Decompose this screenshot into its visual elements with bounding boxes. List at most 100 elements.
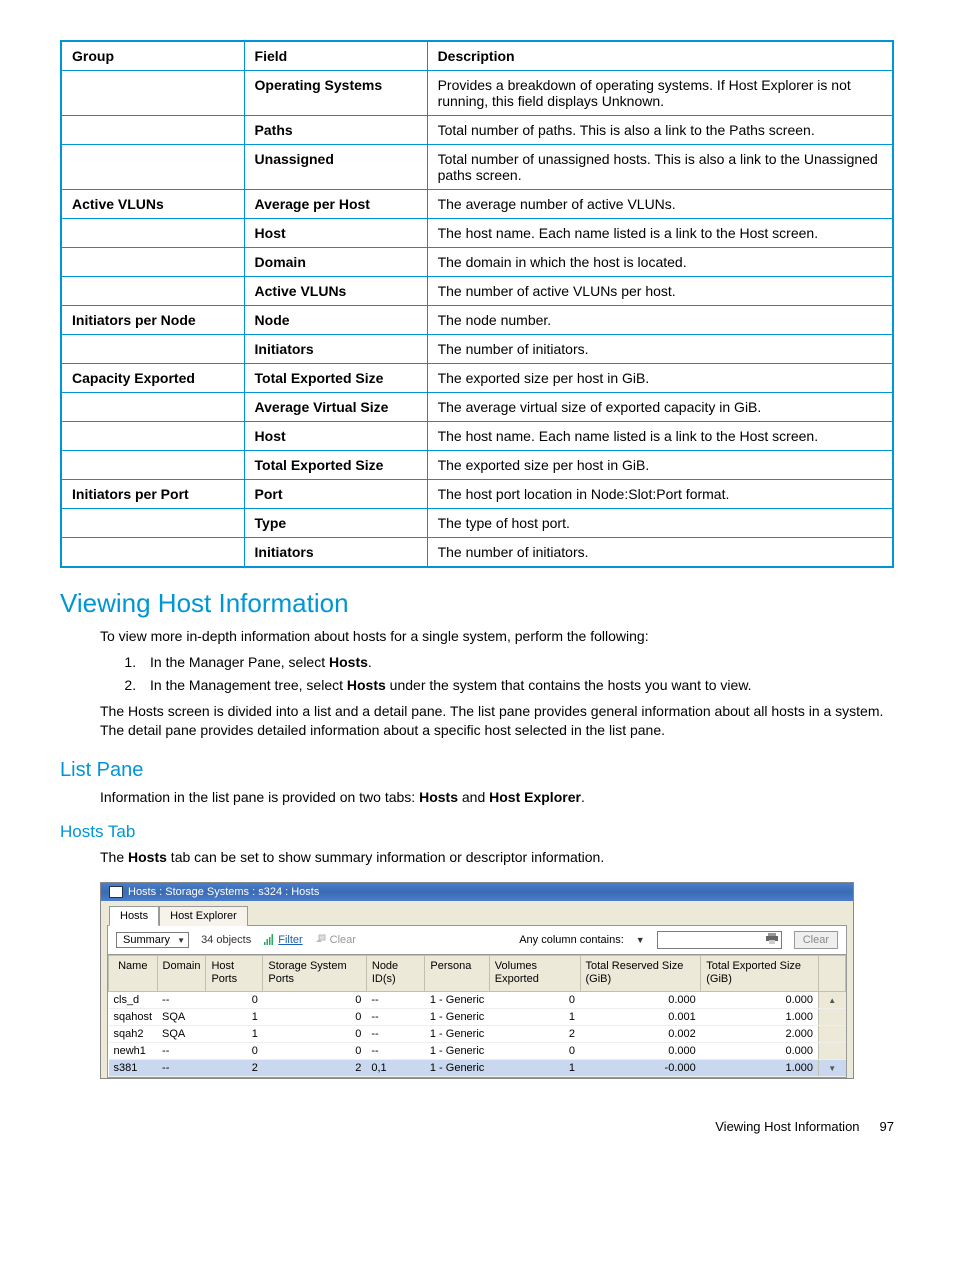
grid-cell: -0.000 — [580, 1059, 701, 1076]
grid-cell: s381 — [109, 1059, 158, 1076]
grid-cell: 1.000 — [701, 1059, 819, 1076]
grid-cell: 0 — [263, 1042, 367, 1059]
grid-cell: newh1 — [109, 1042, 158, 1059]
scrollbar-track[interactable] — [819, 1042, 846, 1059]
page-footer: Viewing Host Information 97 — [60, 1119, 894, 1134]
scroll-up-icon[interactable]: ▲ — [819, 991, 846, 1008]
clear-button[interactable]: Clear — [794, 931, 838, 949]
group-cell — [61, 248, 244, 277]
field-cell: Initiators — [244, 538, 427, 568]
grid-cell: 1 - Generic — [425, 1059, 489, 1076]
tab-host-explorer[interactable]: Host Explorer — [159, 906, 248, 926]
group-cell — [61, 71, 244, 116]
grid-column-header[interactable]: Domain — [157, 956, 206, 991]
clear-link[interactable]: Clear — [315, 934, 356, 947]
grid-row[interactable]: newh1--00--1 - Generic00.0000.000 — [109, 1042, 846, 1059]
grid-cell: 0 — [263, 1008, 367, 1025]
footer-page-number: 97 — [880, 1119, 894, 1134]
grid-column-header[interactable]: Persona — [425, 956, 489, 991]
grid-row[interactable]: sqah2SQA10--1 - Generic20.0022.000 — [109, 1025, 846, 1042]
grid-cell: 1 - Generic — [425, 1025, 489, 1042]
tab-hosts[interactable]: Hosts — [109, 906, 159, 926]
group-cell — [61, 538, 244, 568]
grid-column-header[interactable]: Total Exported Size (GiB) — [701, 956, 819, 991]
grid-cell: -- — [366, 1025, 425, 1042]
grid-cell: 0 — [206, 991, 263, 1008]
col-field-header: Field — [244, 41, 427, 71]
grid-cell: 1 - Generic — [425, 1008, 489, 1025]
desc-cell: The number of active VLUNs per host. — [427, 277, 893, 306]
steps-list: In the Manager Pane, select Hosts. In th… — [120, 653, 894, 696]
table-row: HostThe host name. Each name listed is a… — [61, 219, 893, 248]
grid-column-header[interactable]: Node ID(s) — [366, 956, 425, 991]
grid-column-header[interactable]: Volumes Exported — [489, 956, 580, 991]
heading-hosts-tab: Hosts Tab — [60, 822, 894, 842]
desc-cell: Total number of paths. This is also a li… — [427, 116, 893, 145]
window-icon — [109, 886, 123, 898]
group-cell — [61, 145, 244, 190]
step-2: In the Management tree, select Hosts und… — [140, 676, 894, 696]
grid-cell: 0.000 — [701, 1042, 819, 1059]
table-row: Initiators per PortPortThe host port loc… — [61, 480, 893, 509]
grid-cell: SQA — [157, 1008, 206, 1025]
grid-column-header[interactable]: Name — [109, 956, 158, 991]
desc-cell: The exported size per host in GiB. — [427, 451, 893, 480]
table-row: Capacity ExportedTotal Exported SizeThe … — [61, 364, 893, 393]
grid-column-header[interactable]: Storage System Ports — [263, 956, 367, 991]
grid-cell: SQA — [157, 1025, 206, 1042]
filter-link[interactable]: Filter — [263, 933, 302, 948]
view-select[interactable]: Summary — [116, 932, 189, 948]
grid-row[interactable]: s381--220,11 - Generic1-0.0001.000▼ — [109, 1059, 846, 1076]
anycolumn-label: Any column contains: — [519, 934, 624, 946]
grid-row[interactable]: sqahostSQA10--1 - Generic10.0011.000 — [109, 1008, 846, 1025]
field-cell: Unassigned — [244, 145, 427, 190]
field-cell: Paths — [244, 116, 427, 145]
grid-cell: 2 — [489, 1025, 580, 1042]
printer-icon[interactable] — [766, 933, 778, 947]
grid-cell: 1 — [206, 1025, 263, 1042]
group-cell — [61, 451, 244, 480]
footer-title: Viewing Host Information — [715, 1119, 859, 1134]
grid-cell: cls_d — [109, 991, 158, 1008]
clear-icon — [315, 934, 327, 947]
grid-column-header[interactable]: Total Reserved Size (GiB) — [580, 956, 701, 991]
window-title: Hosts : Storage Systems : s324 : Hosts — [128, 886, 319, 898]
table-row: Initiators per NodeNodeThe node number. — [61, 306, 893, 335]
grid-cell: sqah2 — [109, 1025, 158, 1042]
table-row: DomainThe domain in which the host is lo… — [61, 248, 893, 277]
hoststab-paragraph: The Hosts tab can be set to show summary… — [100, 848, 894, 868]
hosts-screenshot-figure: Hosts : Storage Systems : s324 : Hosts H… — [100, 882, 854, 1078]
desc-cell: The number of initiators. — [427, 335, 893, 364]
field-cell: Node — [244, 306, 427, 335]
desc-cell: The type of host port. — [427, 509, 893, 538]
table-row: InitiatorsThe number of initiators. — [61, 538, 893, 568]
scrollbar-track[interactable] — [819, 1025, 846, 1042]
grid-row[interactable]: cls_d--00--1 - Generic00.0000.000▲ — [109, 991, 846, 1008]
grid-cell: -- — [366, 1042, 425, 1059]
desc-cell: The exported size per host in GiB. — [427, 364, 893, 393]
table-row: Total Exported SizeThe exported size per… — [61, 451, 893, 480]
grid-cell: -- — [157, 1042, 206, 1059]
group-cell — [61, 393, 244, 422]
anycolumn-dropdown-icon[interactable]: ▼ — [636, 935, 645, 945]
field-definitions-table: Group Field Description Operating System… — [60, 40, 894, 568]
table-row: HostThe host name. Each name listed is a… — [61, 422, 893, 451]
grid-cell: 2 — [206, 1059, 263, 1076]
scroll-down-icon[interactable]: ▼ — [819, 1059, 846, 1076]
heading-viewing-host-info: Viewing Host Information — [60, 588, 894, 619]
table-row: PathsTotal number of paths. This is also… — [61, 116, 893, 145]
desc-cell: The average virtual size of exported cap… — [427, 393, 893, 422]
group-cell — [61, 116, 244, 145]
grid-column-header[interactable]: Host Ports — [206, 956, 263, 991]
filter-text-input[interactable] — [657, 931, 782, 949]
grid-cell: 2.000 — [701, 1025, 819, 1042]
desc-cell: The host name. Each name listed is a lin… — [427, 422, 893, 451]
scrollbar-track[interactable] — [819, 1008, 846, 1025]
grid-cell: 0 — [263, 991, 367, 1008]
listpane-paragraph: Information in the list pane is provided… — [100, 788, 894, 808]
desc-cell: The host port location in Node:Slot:Port… — [427, 480, 893, 509]
grid-cell: 0 — [489, 991, 580, 1008]
grid-cell: sqahost — [109, 1008, 158, 1025]
group-cell: Initiators per Port — [61, 480, 244, 509]
filter-icon — [263, 933, 275, 948]
